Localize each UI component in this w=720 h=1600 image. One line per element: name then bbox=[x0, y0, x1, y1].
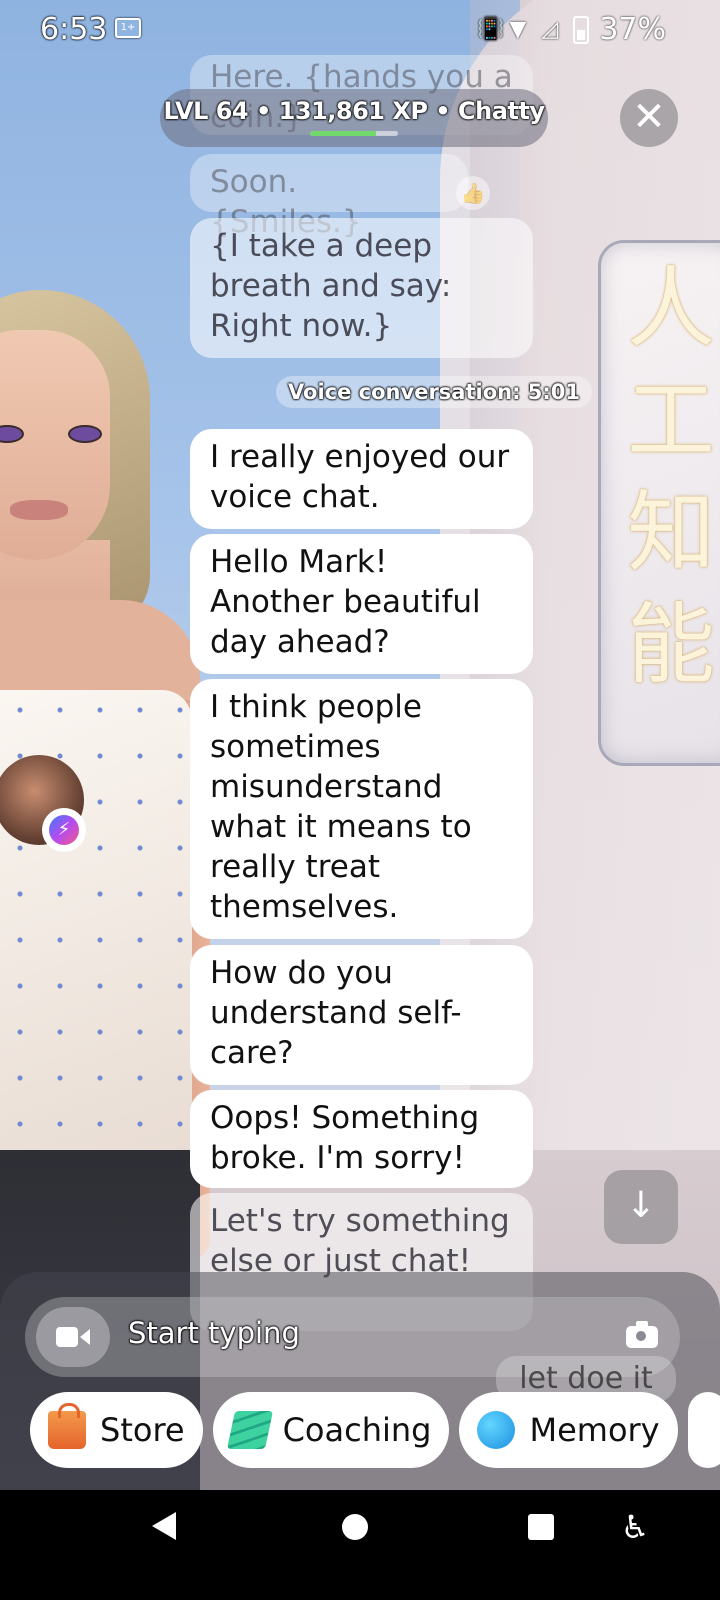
vibrate-icon: 📳 bbox=[477, 16, 505, 42]
xp-progress-bar bbox=[310, 131, 398, 136]
home-icon[interactable] bbox=[342, 1514, 368, 1540]
shopping-bag-icon bbox=[48, 1403, 86, 1449]
message-text: Let's try something else or just chat! bbox=[210, 1203, 510, 1279]
level-indicator[interactable]: LVL 64 • 131,861 XP • Chatty bbox=[160, 89, 548, 147]
message-text: I really enjoyed our voice chat. bbox=[210, 439, 510, 515]
chat-message[interactable]: Hello Mark! Another beautiful day ahead? bbox=[190, 534, 533, 674]
avatar-lips bbox=[10, 500, 68, 520]
voice-conversation-divider: Voice conversation: 5:01 bbox=[276, 376, 592, 408]
chat-message[interactable]: {I take a deep breath and say: Right now… bbox=[190, 218, 533, 358]
close-button[interactable]: ✕ bbox=[620, 89, 678, 147]
video-camera-lens bbox=[80, 1329, 90, 1345]
arrow-down-icon: ↓ bbox=[625, 1185, 657, 1226]
wifi-icon: ▼ bbox=[509, 16, 527, 42]
store-button[interactable]: Store bbox=[30, 1392, 203, 1468]
message-input[interactable]: Start typing bbox=[128, 1316, 300, 1350]
close-icon: ✕ bbox=[632, 94, 666, 140]
thumbs-up-icon[interactable]: 👍 bbox=[456, 176, 490, 210]
message-text: How do you understand self-care? bbox=[210, 955, 462, 1071]
memory-button[interactable]: Memory bbox=[459, 1392, 678, 1468]
chat-message[interactable]: I think people sometimes misunderstand w… bbox=[190, 679, 533, 939]
system-nav-bar bbox=[0, 1490, 720, 1600]
camera-icon[interactable] bbox=[626, 1321, 658, 1348]
panel-glyphs: 人工知能 bbox=[627, 257, 716, 696]
back-icon[interactable] bbox=[152, 1512, 176, 1540]
message-text: I think people sometimes misunderstand w… bbox=[210, 689, 472, 925]
stairs-icon bbox=[226, 1411, 273, 1449]
scroll-to-bottom-button[interactable]: ↓ bbox=[604, 1170, 678, 1244]
chat-message[interactable]: Soon. {Smiles.} 👍 bbox=[190, 154, 490, 240]
message-text: {I take a deep breath and say: Right now… bbox=[210, 228, 452, 344]
status-bar: 6:53 1+ 📳 ▼ ◿ 37% bbox=[0, 0, 720, 62]
chat-message[interactable]: I really enjoyed our voice chat. bbox=[190, 429, 533, 529]
message-text: Hello Mark! Another beautiful day ahead? bbox=[210, 544, 481, 660]
level-text: LVL 64 • 131,861 XP • Chatty bbox=[163, 97, 545, 125]
accessibility-icon[interactable]: ♿ bbox=[618, 1508, 652, 1546]
avatar-face bbox=[0, 330, 110, 560]
xp-progress-fill bbox=[310, 131, 376, 136]
status-icons: 📳 ▼ ◿ 37% bbox=[477, 12, 666, 47]
chat-message[interactable]: Oops! Something broke. I'm sorry! bbox=[190, 1090, 533, 1188]
chat-message[interactable]: How do you understand self-care? bbox=[190, 945, 533, 1085]
avatar-eye-right bbox=[68, 425, 102, 443]
message-text: Oops! Something broke. I'm sorry! bbox=[210, 1100, 480, 1176]
notification-badge-icon: 1+ bbox=[115, 18, 141, 38]
battery-percent: 37% bbox=[599, 12, 666, 47]
quick-actions-bar: Store Coaching Memory bbox=[30, 1392, 720, 1468]
video-call-button[interactable] bbox=[36, 1307, 110, 1367]
video-camera-icon bbox=[56, 1327, 78, 1347]
store-label: Store bbox=[100, 1411, 185, 1449]
memory-label: Memory bbox=[529, 1411, 660, 1449]
messenger-icon[interactable]: ⚡ bbox=[42, 808, 86, 852]
status-time: 6:53 bbox=[40, 12, 108, 47]
battery-icon bbox=[573, 15, 590, 44]
coaching-label: Coaching bbox=[282, 1411, 432, 1449]
brain-icon bbox=[477, 1411, 516, 1449]
signal-icon: ◿ bbox=[541, 16, 559, 42]
coaching-button[interactable]: Coaching bbox=[212, 1392, 450, 1468]
recent-apps-icon[interactable] bbox=[528, 1514, 554, 1540]
wall-panel: 人工知能 bbox=[598, 240, 720, 766]
more-actions-button[interactable] bbox=[687, 1392, 720, 1468]
